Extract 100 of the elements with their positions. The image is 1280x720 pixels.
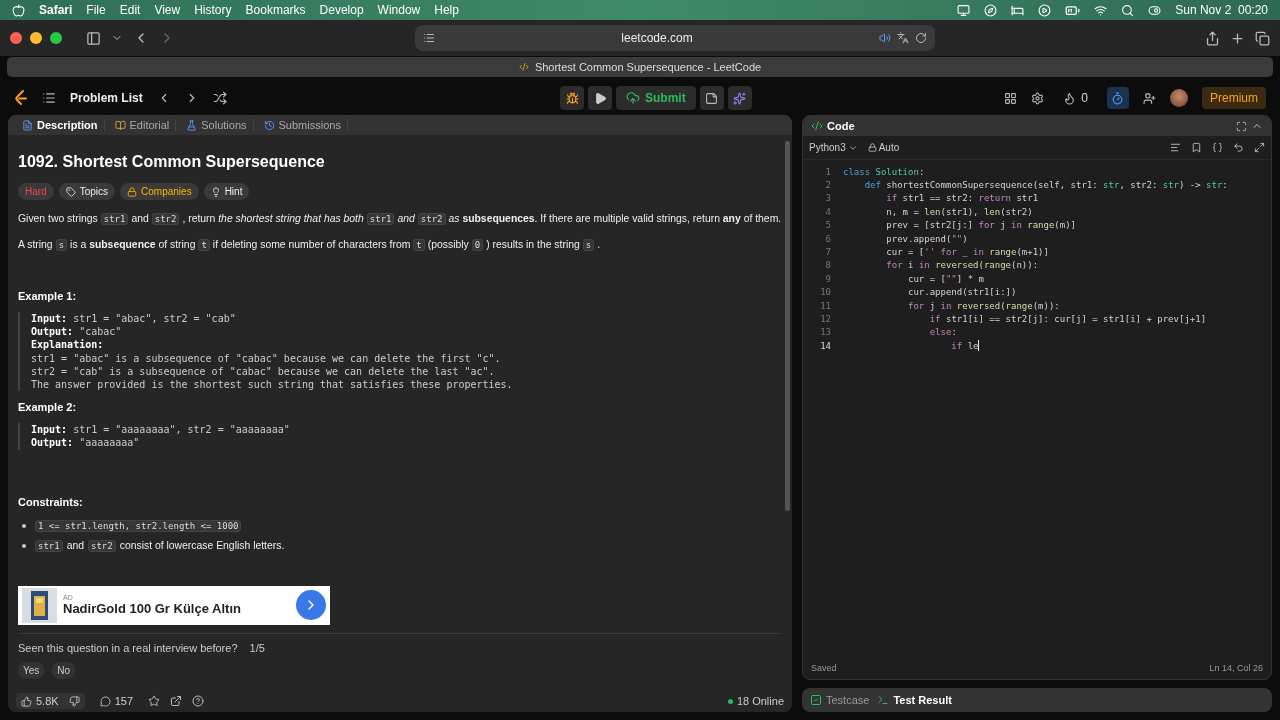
grid-icon[interactable]: [1004, 91, 1018, 105]
menu-item[interactable]: View: [154, 3, 181, 17]
line-number: 9: [824, 273, 831, 284]
settings-icon[interactable]: [1031, 91, 1045, 105]
menu-clock[interactable]: Sun Nov 2 00:20: [1175, 3, 1268, 17]
expand-icon[interactable]: [1254, 142, 1265, 153]
panel-tab[interactable]: Submissions: [257, 119, 348, 131]
code-line[interactable]: cur = ['' for _ in range(m+1)]: [843, 247, 1049, 258]
debug-button[interactable]: [560, 86, 584, 110]
tabs-icon[interactable]: [1255, 30, 1270, 46]
share-icon[interactable]: [170, 695, 182, 707]
problem-list-link[interactable]: Problem List: [70, 91, 143, 105]
cloud-upload-icon: [626, 91, 640, 105]
tag-chip[interactable]: Hint: [203, 183, 250, 200]
reload-icon[interactable]: [915, 32, 927, 44]
code-line[interactable]: for j in reversed(range(m)):: [843, 300, 1060, 311]
code-line[interactable]: def shortestCommonSupersequence(self, str1: str, str2: str) -> str:: [843, 180, 1228, 191]
code-line[interactable]: n, m = len(str1), len(str2): [843, 206, 1033, 217]
lightbulb-icon: [210, 186, 221, 197]
tag-chip[interactable]: Topics: [58, 183, 116, 200]
notes-button[interactable]: [699, 86, 724, 110]
logo-icon[interactable]: [14, 90, 28, 106]
menu-item[interactable]: Bookmarks: [245, 3, 306, 17]
code-line[interactable]: if str1[i] == str2[j]: cur[j] = str1[i] + prev[j+1]: [843, 314, 1207, 324]
compass-icon[interactable]: [984, 3, 998, 17]
description-paragraph: A string s is a subsequence of string t if deleting some number of characters from t (possibly 0 ) results in the string s .: [18, 238, 602, 252]
panel-tab[interactable]: Description: [16, 119, 105, 131]
speaker-icon[interactable]: [879, 32, 891, 44]
language-dropdown[interactable]: Python3: [809, 142, 858, 153]
comment-icon: [99, 695, 111, 707]
code-line[interactable]: prev = [str2[j:] for j in range(m)]: [843, 220, 1077, 231]
menu-item[interactable]: File: [86, 3, 106, 17]
apple-icon[interactable]: [12, 3, 25, 17]
search-icon[interactable]: [1121, 3, 1135, 17]
scrollbar[interactable]: [785, 141, 790, 511]
menu-item[interactable]: Safari: [39, 3, 73, 17]
comments-button[interactable]: 157: [94, 693, 138, 709]
panel-tab[interactable]: Editorial: [108, 119, 177, 131]
browser-tab[interactable]: Shortest Common Supersequence - LeetCode: [7, 57, 1273, 77]
premium-button[interactable]: Premium: [1202, 87, 1266, 109]
close-button[interactable]: [10, 32, 22, 44]
code-line[interactable]: class Solution:: [843, 166, 925, 177]
answer-button[interactable]: Yes: [18, 661, 45, 679]
menu-item[interactable]: History: [194, 3, 232, 17]
help-icon[interactable]: [192, 695, 204, 707]
menu-item[interactable]: Window: [377, 3, 421, 17]
reader-icon: [423, 32, 435, 44]
answer-button[interactable]: No: [52, 661, 76, 679]
code-line[interactable]: if le: [843, 340, 980, 352]
new-tab-icon[interactable]: [1230, 30, 1245, 46]
wifi-icon[interactable]: [1094, 3, 1108, 17]
address-field[interactable]: leetcode.com: [415, 25, 935, 51]
monitor-icon[interactable]: [957, 3, 971, 17]
streak-button[interactable]: 0: [1058, 86, 1093, 110]
sidebar-icon[interactable]: [86, 30, 101, 46]
bed-icon[interactable]: [1011, 3, 1025, 17]
reset-icon[interactable]: [1233, 142, 1244, 153]
code-line[interactable]: cur = [""] * m: [843, 273, 984, 284]
play-icon[interactable]: [1038, 3, 1052, 17]
problem-title: 1092. Shortest Common Supersequence: [18, 153, 326, 171]
code-line[interactable]: else:: [843, 327, 957, 338]
document-icon: [22, 119, 33, 131]
code-line[interactable]: if str1 == str2: return str1: [843, 193, 1039, 204]
translate-icon[interactable]: [897, 32, 909, 44]
user-plus-icon[interactable]: [1143, 91, 1156, 105]
zoom-button[interactable]: [50, 32, 62, 44]
submit-button[interactable]: Submit: [616, 86, 696, 110]
example-line: Input: str1 = "abac", str2 = "cab": [31, 312, 237, 326]
avatar[interactable]: [1170, 89, 1188, 107]
auto-mode-button[interactable]: Auto: [867, 142, 900, 153]
braces-icon[interactable]: [1212, 142, 1223, 153]
book-icon: [114, 119, 126, 131]
list-icon[interactable]: [42, 91, 56, 105]
star-icon[interactable]: [148, 695, 160, 707]
panel-tab[interactable]: Testcase: [810, 694, 870, 706]
menu-item[interactable]: Help: [434, 3, 459, 17]
maximize-icon[interactable]: [1236, 120, 1247, 132]
control-center-icon[interactable]: [1148, 3, 1162, 17]
menu-item[interactable]: Edit: [119, 3, 141, 17]
code-line[interactable]: cur.append(str1[i:]): [843, 287, 1017, 298]
share-icon[interactable]: [1205, 30, 1220, 46]
note-icon: [705, 91, 719, 105]
panel-tab[interactable]: Test Result: [877, 694, 952, 706]
shuffle-icon[interactable]: [212, 91, 227, 105]
format-icon[interactable]: [1170, 142, 1181, 153]
line-number: 13: [819, 327, 831, 338]
minimize-button[interactable]: [30, 32, 42, 44]
code-line[interactable]: prev.append(""): [843, 233, 968, 244]
code-line[interactable]: for i in reversed(range(n)):: [843, 260, 1039, 271]
example-title: Example 2:: [18, 401, 78, 414]
line-number: 14: [819, 340, 831, 351]
play-icon: [593, 91, 607, 105]
tag-chip[interactable]: Companies: [120, 183, 199, 200]
run-button[interactable]: [588, 86, 612, 110]
assistant-button[interactable]: [727, 86, 752, 110]
timer-button[interactable]: [1107, 87, 1129, 109]
ad-next-button[interactable]: [296, 590, 326, 621]
menu-item[interactable]: Develop: [319, 3, 364, 17]
panel-tab[interactable]: Solutions: [180, 119, 254, 131]
bookmark-icon[interactable]: [1191, 142, 1202, 153]
